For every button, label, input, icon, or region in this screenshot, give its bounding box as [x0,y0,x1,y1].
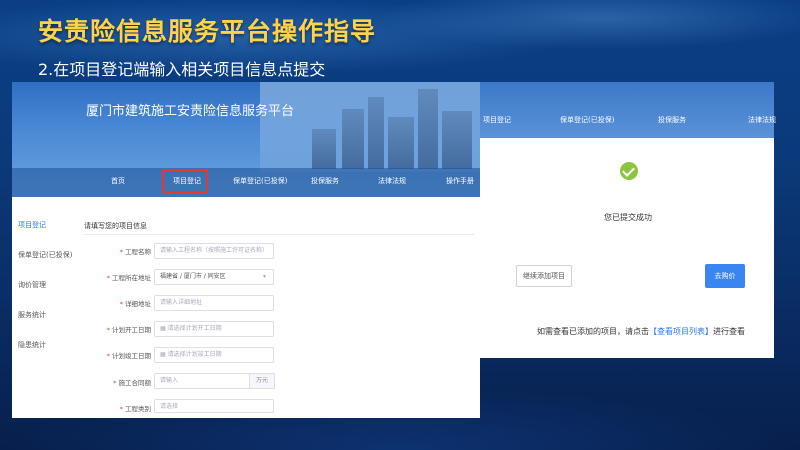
nav-insurance-service[interactable]: 投保服务 [658,115,686,125]
nav-policy-registration[interactable]: 保单登记(已投保) [560,115,614,125]
sidebar-item-project-registration[interactable]: 项目登记 [18,220,46,230]
field-label: * 计划开工日期 [106,326,151,334]
sidebar-item-inquiry[interactable]: 询价管理 [18,280,46,290]
go-pay-button[interactable]: 去购价 [705,264,745,288]
nav-policy-registration[interactable]: 保单登记(已投保) [233,176,287,186]
nav-laws[interactable]: 法律法规 [378,176,406,186]
calendar-icon: ▦ [160,351,168,358]
nav-project-registration[interactable]: 项目登记 [483,115,511,125]
field-label: * 施工合同额 [113,379,151,387]
sidebar-item-service-stats[interactable]: 服务统计 [18,310,46,320]
view-project-list-link[interactable]: 【查看项目列表】 [649,327,713,336]
planned-start-date-picker[interactable]: ▦ 请选择计划开工日期 [154,321,274,337]
nav-home[interactable]: 首页 [111,176,125,186]
slide-subtitle: 2.在项目登记端输入相关项目信息点提交 [38,60,326,79]
unit-suffix: 万元 [249,373,275,389]
slide-title: 安责险信息服务平台操作指导 [38,17,377,46]
contract-amount-input[interactable]: 请输入 [154,373,250,389]
field-label: * 工程所在地址 [106,274,151,282]
continue-add-project-button[interactable]: 继续添加项目 [516,265,572,287]
view-list-note: 如需查看已添加的项目，请点击【查看项目列表】进行查看 [537,327,745,336]
highlight-box [162,169,208,193]
nav-laws[interactable]: 法律法规 [748,115,776,125]
detail-address-input[interactable]: 请输入详细地址 [154,295,274,311]
chevron-down-icon: ▾ [263,273,267,280]
form-divider [84,234,474,235]
header-banner [480,82,774,138]
nav-insurance-service[interactable]: 投保服务 [311,176,339,186]
check-circle-icon [620,162,638,180]
calendar-icon: ▦ [160,325,168,332]
field-label: * 工程名称 [119,248,151,256]
project-category-select[interactable]: 请选择 [154,399,274,413]
field-label: * 计划竣工日期 [106,352,151,360]
field-label: * 工程类别 [119,405,151,413]
form-heading: 请填写您的项目信息 [84,222,147,230]
project-name-input[interactable]: 请输入工程名称（按照施工许可证名称） [154,243,274,259]
sidebar-item-hazard-stats[interactable]: 隐患统计 [18,340,46,350]
nav-manual[interactable]: 操作手册 [446,176,474,186]
field-label: * 详细地址 [119,300,151,308]
success-message: 您已提交成功 [604,213,652,222]
planned-end-date-picker[interactable]: ▦ 请选择计划竣工日期 [154,347,274,363]
sidebar-item-policy-registration[interactable]: 保单登记(已投保) [18,250,72,260]
address-region-select[interactable]: 福建省 / 厦门市 / 同安区 [154,269,274,285]
platform-title: 厦门市建筑施工安责险信息服务平台 [86,104,295,119]
